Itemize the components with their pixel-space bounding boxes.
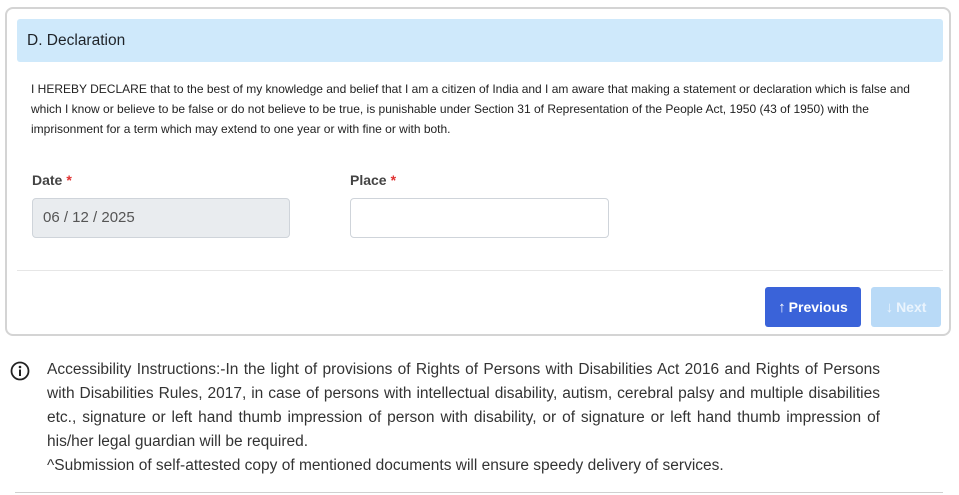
divider (17, 270, 943, 271)
arrow-down-icon: ↓ (885, 298, 894, 316)
place-label-text: Place (350, 172, 387, 188)
date-label-text: Date (32, 172, 63, 188)
submission-note: ^Submission of self-attested copy of men… (47, 457, 724, 474)
place-input[interactable] (350, 198, 609, 238)
date-field: 06 / 12 / 2025 (32, 198, 290, 238)
declaration-text: I HEREBY DECLARE that to the best of my … (31, 82, 910, 136)
previous-label: Previous (788, 299, 848, 315)
declaration-card: D. Declaration I HEREBY DECLARE that to … (5, 7, 951, 336)
section-header: D. Declaration (17, 19, 943, 62)
info-icon (10, 361, 30, 381)
date-label: Date * (32, 172, 72, 188)
place-label: Place * (350, 172, 396, 188)
bottom-divider (15, 492, 943, 493)
section-title: D. Declaration (27, 32, 126, 49)
required-mark: * (66, 172, 72, 188)
required-mark: * (390, 172, 397, 188)
next-label: Next (896, 299, 927, 315)
accessibility-instructions: Accessibility Instructions:-In the light… (47, 361, 880, 450)
previous-button[interactable]: ↑ Previous (765, 287, 861, 327)
next-button[interactable]: ↓ Next (871, 287, 941, 327)
arrow-up-icon: ↑ (778, 298, 786, 316)
